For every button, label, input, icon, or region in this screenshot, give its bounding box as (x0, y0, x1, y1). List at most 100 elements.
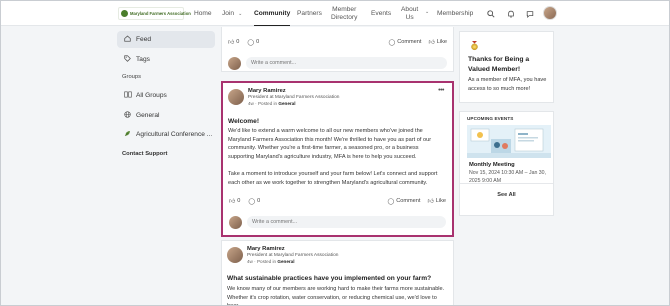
user-avatar[interactable] (543, 6, 557, 20)
posted-in-label: · Posted in (254, 259, 277, 264)
sustainable-practices-post-card: Mary Ramirez President at Maryland Farme… (221, 240, 454, 305)
avatar[interactable] (227, 247, 243, 263)
badge-icon (471, 41, 478, 51)
app-frame: Maryland Farmers Association Home Join ⌄… (0, 0, 670, 306)
thumbs-up-icon: 👍︎ (427, 199, 434, 205)
sidebar-item-tags[interactable]: Tags (117, 51, 215, 68)
event-image[interactable] (467, 125, 551, 158)
badge-text: As a member of MFA, you have access to s… (468, 77, 547, 92)
like-count[interactable]: 👍︎ 0 (229, 197, 240, 205)
comment-button[interactable]: ◯ Comment (388, 39, 421, 46)
post-author-role: President at Maryland Farmers Associatio… (248, 95, 340, 100)
post-age: 4w (248, 101, 254, 106)
nav-member-directory-line1: Member (332, 6, 357, 13)
nav-about-line2: Us (405, 13, 414, 21)
comment-icon: ◯ (387, 198, 395, 205)
groups-icon (124, 91, 134, 100)
post-group-link[interactable]: General (277, 259, 294, 264)
contact-support-link[interactable]: Contact Support (122, 151, 167, 157)
comment-composer (229, 215, 446, 229)
nav-partners[interactable]: Partners (297, 1, 322, 26)
upcoming-events-widget: UPCOMING EVENTS Monthly Meeting Nov 15, … (459, 111, 554, 216)
post-actions: 👍︎ 0 ◯ 0 ◯ Comment 👍︎ Like (228, 37, 447, 47)
see-all-events-button[interactable]: See All (460, 192, 553, 198)
comment-icon: ◯ (248, 198, 256, 205)
globe-icon (124, 111, 134, 120)
post-header: Mary Ramirez President at Maryland Farme… (228, 87, 446, 108)
like-button-label: Like (436, 39, 447, 45)
comment-composer (228, 56, 447, 70)
thumbs-up-icon: 👍︎ (229, 199, 236, 205)
badge-title: Thanks for Being a Valued Member! (468, 56, 530, 73)
logo-text: Maryland Farmers Association (130, 11, 191, 16)
posted-in-label: · Posted in (255, 101, 278, 106)
post-author-role: President at Maryland Farmers Associatio… (247, 253, 339, 258)
nav-community[interactable]: Community (254, 1, 291, 26)
nav-join[interactable]: Join ⌄ (222, 1, 242, 26)
nav-events[interactable]: Events (371, 1, 391, 26)
leaf-icon (124, 130, 134, 139)
top-navigation: Maryland Farmers Association Home Join ⌄… (1, 1, 669, 26)
nav-join-label: Join (222, 10, 235, 17)
post-author[interactable]: Mary Ramirez (248, 88, 286, 94)
like-button[interactable]: 👍︎ Like (427, 197, 446, 205)
thumbs-up-icon: 👍︎ (228, 40, 235, 46)
comment-button[interactable]: ◯ Comment (387, 198, 420, 205)
comment-button-label: Comment (396, 198, 421, 204)
bell-icon[interactable] (505, 8, 516, 19)
upcoming-events-heading: UPCOMING EVENTS (467, 116, 514, 121)
comment-input[interactable] (246, 57, 447, 69)
post-meta: 4w · Posted in General (248, 101, 296, 106)
divider (460, 183, 553, 184)
event-title[interactable]: Monthly Meeting (469, 162, 515, 168)
nav-about-line1: About (401, 6, 419, 13)
post-meta: 4w · Posted in General (247, 259, 295, 264)
nav-membership[interactable]: Membership (437, 1, 473, 26)
comment-icon: ◯ (247, 39, 255, 46)
previous-post-card: 👍︎ 0 ◯ 0 ◯ Comment 👍︎ Like (221, 27, 454, 72)
member-badge-widget: Thanks for Being a Valued Member! As a m… (459, 31, 554, 103)
sidebar-item-feed[interactable]: Feed (117, 31, 215, 48)
sidebar-item-label: General (136, 112, 160, 119)
like-button-label: Like (435, 198, 446, 204)
comment-count[interactable]: ◯ 0 (247, 39, 259, 46)
post-author[interactable]: Mary Ramirez (247, 246, 285, 252)
sidebar-groups-heading: Groups (122, 74, 142, 80)
avatar[interactable] (228, 89, 244, 105)
site-logo[interactable]: Maryland Farmers Association (118, 7, 191, 20)
nav-member-directory[interactable]: Member Directory (331, 1, 357, 26)
like-button[interactable]: 👍︎ Like (428, 38, 447, 46)
post-title: What sustainable practices have you impl… (227, 275, 432, 282)
nav-about-us[interactable]: About Us (401, 1, 418, 26)
sidebar-item-all-groups[interactable]: All Groups (117, 87, 215, 104)
tag-icon (124, 55, 134, 64)
post-body-paragraph-1: We'd like to extend a warm welcome to al… (228, 128, 432, 160)
comment-input[interactable] (247, 216, 446, 228)
chevron-down-icon[interactable]: ⌄ (425, 9, 429, 15)
nav-member-directory-line2: Directory (331, 13, 358, 21)
avatar (228, 56, 241, 70)
comment-count-value: 0 (256, 39, 260, 45)
search-icon[interactable] (485, 8, 496, 19)
comment-count[interactable]: ◯ 0 (248, 198, 260, 205)
chat-icon[interactable] (524, 8, 535, 19)
chevron-down-icon: ⌄ (238, 10, 243, 17)
like-count-value: 0 (236, 39, 240, 45)
post-title: Welcome! (228, 118, 260, 125)
post-group-link[interactable]: General (278, 101, 295, 106)
like-count-value: 0 (237, 198, 241, 204)
sidebar-item-general[interactable]: General (117, 107, 215, 124)
post-actions: 👍︎ 0 ◯ 0 ◯ Comment 👍︎ Like (229, 196, 446, 206)
post-body-paragraph-1: We know many of our members are working … (227, 286, 445, 305)
welcome-post-card: Mary Ramirez President at Maryland Farme… (221, 81, 454, 237)
more-options-icon[interactable]: ••• (438, 87, 444, 94)
comment-count-value: 0 (257, 198, 261, 204)
comment-icon: ◯ (388, 39, 396, 46)
home-icon (124, 35, 134, 44)
post-age: 4w (247, 259, 253, 264)
nav-home[interactable]: Home (194, 1, 212, 26)
sidebar-item-label: All Groups (136, 92, 167, 99)
sidebar-item-agricultural-conference[interactable]: Agricultural Conference ... (117, 126, 215, 143)
avatar (229, 215, 242, 229)
like-count[interactable]: 👍︎ 0 (228, 38, 239, 46)
